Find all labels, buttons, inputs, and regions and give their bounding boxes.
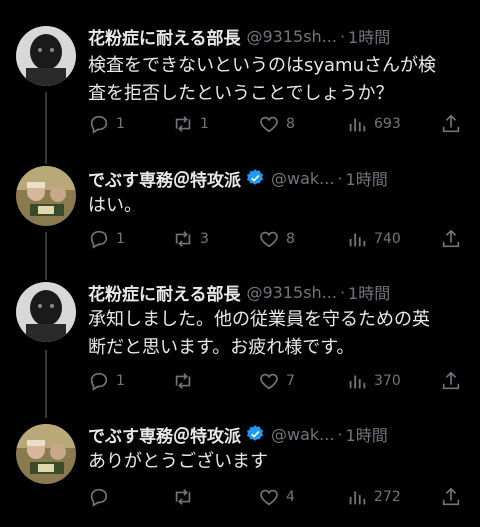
like-count: 4 <box>286 489 295 505</box>
timestamp[interactable]: 1時間 <box>348 24 390 48</box>
retweet-button[interactable]: 3 <box>172 227 209 251</box>
like-button[interactable]: 7 <box>258 369 295 393</box>
views-icon <box>349 233 366 247</box>
tweet[interactable]: 花粉症に耐える部長 @9315sh... · 1時間 承知しました。他の従業員を… <box>0 278 480 398</box>
avatar[interactable] <box>16 26 76 86</box>
retweet-icon <box>175 489 191 505</box>
reply-count: 1 <box>116 116 125 132</box>
tweet-header: 花粉症に耐える部長 @9315sh... · 1時間 <box>88 22 464 50</box>
separator-dot: · <box>337 168 343 188</box>
views-button[interactable]: 693 <box>346 112 401 136</box>
user-handle[interactable]: @wak... <box>271 425 334 444</box>
display-name[interactable]: でぶす専務＠特攻派 <box>88 422 241 447</box>
avatar[interactable] <box>16 282 76 342</box>
like-button[interactable]: 4 <box>258 485 295 509</box>
views-icon <box>349 491 366 505</box>
tweet-text-line: 断だと思います。お疲れ様です。 <box>88 337 355 358</box>
retweet-button[interactable] <box>172 485 200 509</box>
reply-count: 1 <box>116 231 125 247</box>
tweet-text: 承知しました。他の従業員を守るための英 断だと思います。お疲れ様です。 <box>88 306 460 362</box>
reply-icon <box>90 230 108 249</box>
tweet-text-line: 査を拒否したということでしょうか？ <box>88 83 394 104</box>
timestamp[interactable]: 1時間 <box>348 280 390 304</box>
like-count: 8 <box>286 116 295 132</box>
retweet-icon <box>175 373 191 389</box>
like-button[interactable]: 8 <box>258 112 295 136</box>
reply-icon <box>90 372 108 391</box>
share-icon <box>442 371 460 390</box>
user-handle[interactable]: @9315sh... <box>247 27 337 46</box>
timestamp[interactable]: 1時間 <box>346 166 388 190</box>
share-button[interactable] <box>440 227 462 251</box>
display-name[interactable]: 花粉症に耐える部長 <box>88 24 241 49</box>
tweet[interactable]: でぶす専務＠特攻派 @wak... · 1時間 はい。 1 3 8 740 <box>0 164 480 260</box>
views-icon <box>349 375 366 389</box>
view-count: 370 <box>374 373 401 389</box>
action-bar: 4 272 <box>88 485 464 509</box>
verified-badge-icon <box>247 425 263 441</box>
view-count: 740 <box>374 231 401 247</box>
avatar[interactable] <box>16 166 76 226</box>
display-name[interactable]: 花粉症に耐える部長 <box>88 280 241 305</box>
reply-button[interactable] <box>88 485 116 509</box>
retweet-icon <box>175 116 191 132</box>
share-icon <box>442 229 460 248</box>
like-count: 8 <box>286 231 295 247</box>
tweet[interactable]: でぶす専務＠特攻派 @wak... · 1時間 ありがとうございます 4 272 <box>0 420 480 520</box>
display-name[interactable]: でぶす専務＠特攻派 <box>88 166 241 191</box>
share-button[interactable] <box>440 112 462 136</box>
like-count: 7 <box>286 373 295 389</box>
share-icon <box>442 487 460 506</box>
heart-icon <box>260 231 278 248</box>
separator-dot: · <box>339 26 346 46</box>
views-button[interactable]: 740 <box>346 227 401 251</box>
verified-badge-icon <box>247 169 263 185</box>
tweet-text-line: ありがとうございます <box>88 451 268 472</box>
heart-icon <box>260 373 278 390</box>
user-handle[interactable]: @9315sh... <box>247 283 337 302</box>
tweet-text: はい。 <box>88 192 460 220</box>
retweet-count: 1 <box>200 116 209 132</box>
timestamp[interactable]: 1時間 <box>346 422 388 446</box>
retweet-count: 3 <box>200 231 209 247</box>
view-count: 693 <box>374 116 401 132</box>
action-bar: 1 3 8 740 <box>88 227 464 251</box>
like-button[interactable]: 8 <box>258 227 295 251</box>
share-button[interactable] <box>440 485 462 509</box>
tweet-text-line: 承知しました。他の従業員を守るための英 <box>88 309 430 330</box>
retweet-icon <box>175 231 191 247</box>
reply-button[interactable]: 1 <box>88 112 125 136</box>
reply-button[interactable]: 1 <box>88 369 125 393</box>
retweet-button[interactable] <box>172 369 200 393</box>
reply-count: 1 <box>116 373 125 389</box>
action-bar: 1 7 370 <box>88 369 464 393</box>
heart-icon <box>260 116 278 133</box>
tweet-header: でぶす専務＠特攻派 @wak... · 1時間 <box>88 420 464 448</box>
reply-icon <box>90 115 108 134</box>
separator-dot: · <box>339 282 346 302</box>
retweet-button[interactable]: 1 <box>172 112 209 136</box>
share-button[interactable] <box>440 369 462 393</box>
tweet-header: でぶす専務＠特攻派 @wak... · 1時間 <box>88 164 464 192</box>
reply-button[interactable]: 1 <box>88 227 125 251</box>
view-count: 272 <box>374 489 401 505</box>
tweet[interactable]: 花粉症に耐える部長 @9315sh... · 1時間 検査をできないというのはs… <box>0 22 480 142</box>
user-handle[interactable]: @wak... <box>271 169 334 188</box>
views-button[interactable]: 370 <box>346 369 401 393</box>
avatar[interactable] <box>16 424 76 484</box>
views-button[interactable]: 272 <box>346 485 401 509</box>
action-bar: 1 1 8 693 <box>88 112 464 136</box>
views-icon <box>349 118 366 132</box>
tweet-text-line: 検査をできないというのはsyamuさんが検 <box>88 55 437 76</box>
tweet-header: 花粉症に耐える部長 @9315sh... · 1時間 <box>88 278 464 306</box>
tweet-text: 検査をできないというのはsyamuさんが検 査を拒否したということでしょうか？ <box>88 52 460 108</box>
tweet-text-line: はい。 <box>88 195 142 216</box>
heart-icon <box>260 489 278 506</box>
separator-dot: · <box>337 424 343 444</box>
tweet-text: ありがとうございます <box>88 448 460 476</box>
reply-icon <box>90 488 108 507</box>
share-icon <box>442 114 460 133</box>
